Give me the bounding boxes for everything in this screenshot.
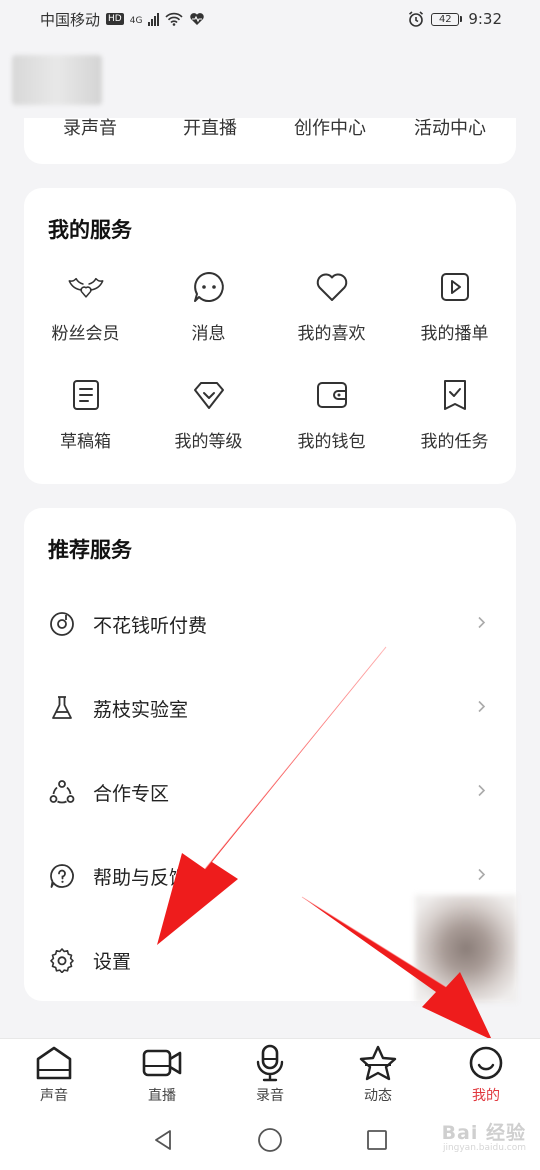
service-label: 我的播单 (420, 324, 489, 344)
tab-mine[interactable]: 我的 (432, 1039, 540, 1110)
service-fan-member[interactable]: 粉丝会员 (24, 268, 147, 376)
video-camera-icon (142, 1045, 182, 1081)
wifi-icon (165, 12, 184, 26)
recommend-free-paid-listening[interactable]: 不花钱听付费 (24, 582, 516, 666)
carrier-name: 中国移动 (40, 10, 101, 29)
service-drafts[interactable]: 草稿箱 (24, 376, 147, 484)
tab-label: 动态 (364, 1088, 392, 1104)
floating-widget-blurred[interactable] (415, 895, 517, 1002)
service-my-wallet[interactable]: 我的钱包 (270, 376, 393, 484)
star-icon (359, 1045, 397, 1081)
tab-label: 直播 (148, 1088, 176, 1104)
disc-icon (48, 610, 76, 638)
shortcut-record[interactable]: 录声音 (30, 118, 150, 140)
service-label: 我的钱包 (297, 432, 366, 452)
bottom-tab-bar: 声音 直播 录音 动态 我的 (0, 1038, 540, 1110)
home-circle-icon[interactable] (257, 1127, 283, 1153)
chevron-right-icon (477, 615, 486, 634)
tab-label: 声音 (40, 1088, 68, 1104)
hd-badge: HD (106, 13, 124, 25)
service-label: 草稿箱 (60, 432, 111, 452)
flask-icon (48, 694, 76, 722)
chevron-right-icon (477, 699, 486, 718)
clock: 9:32 (468, 10, 502, 28)
service-my-level[interactable]: 我的等级 (147, 376, 270, 484)
task-bookmark-icon (436, 376, 474, 414)
recommend-lizhi-lab[interactable]: 荔枝实验室 (24, 666, 516, 750)
alarm-icon (409, 11, 424, 27)
watermark-brand: Bai 经验 (441, 1122, 526, 1144)
recommended-services-title: 推荐服务 (48, 538, 132, 562)
battery-level: 42 (431, 12, 460, 26)
user-avatar-blurred[interactable] (12, 55, 102, 105)
my-services-card: 我的服务 粉丝会员 消息 我的喜欢 我的播单 草稿箱 我的等级 我的钱包 我的任… (24, 188, 516, 484)
service-label: 我的等级 (174, 432, 243, 452)
recents-icon[interactable] (365, 1128, 389, 1152)
help-icon (48, 862, 76, 890)
shortcut-live[interactable]: 开直播 (150, 118, 270, 140)
signal-icon (148, 12, 160, 26)
chevron-right-icon (477, 867, 486, 886)
tab-sound[interactable]: 声音 (0, 1039, 108, 1110)
service-messages[interactable]: 消息 (147, 268, 270, 376)
health-heart-icon (190, 13, 205, 25)
recommend-label: 不花钱听付费 (93, 614, 208, 637)
diamond-icon (190, 376, 228, 414)
watermark-sub: jingyan.baidu.com (442, 1143, 526, 1153)
recommend-cooperation-zone[interactable]: 合作专区 (24, 750, 516, 834)
recommend-label: 合作专区 (93, 782, 170, 805)
wings-heart-icon (67, 268, 105, 306)
gear-icon (48, 946, 76, 974)
recommend-label: 设置 (93, 950, 132, 973)
play-square-icon (436, 268, 474, 306)
shortcut-activity-center[interactable]: 活动中心 (390, 118, 510, 140)
status-bar: 中国移动 HD 4G 42 9:32 (0, 0, 540, 38)
shortcut-creator-center[interactable]: 创作中心 (270, 118, 390, 140)
service-label: 我的任务 (420, 432, 489, 452)
microphone-icon (254, 1044, 286, 1082)
tab-record[interactable]: 录音 (216, 1039, 324, 1110)
tab-feed[interactable]: 动态 (324, 1039, 432, 1110)
document-icon (67, 376, 105, 414)
heart-icon (313, 268, 351, 306)
back-icon[interactable] (151, 1128, 175, 1152)
my-services-title: 我的服务 (48, 218, 132, 242)
shortcuts-card: 录声音 开直播 创作中心 活动中心 (24, 118, 516, 164)
service-my-tasks[interactable]: 我的任务 (393, 376, 516, 484)
tab-live[interactable]: 直播 (108, 1039, 216, 1110)
share-nodes-icon (48, 778, 76, 806)
recommend-label: 荔枝实验室 (93, 698, 189, 721)
chevron-right-icon (477, 783, 486, 802)
service-label: 消息 (191, 324, 226, 344)
network-type: 4G (129, 15, 143, 26)
tab-label: 我的 (472, 1088, 500, 1104)
watermark: Bai 经验 jingyan.baidu.com (442, 1118, 526, 1153)
battery-icon: 42 (431, 12, 463, 26)
service-my-playlist[interactable]: 我的播单 (393, 268, 516, 376)
wallet-icon (313, 376, 351, 414)
tab-label: 录音 (256, 1088, 284, 1104)
service-label: 我的喜欢 (297, 324, 366, 344)
service-label: 粉丝会员 (51, 324, 120, 344)
service-my-likes[interactable]: 我的喜欢 (270, 268, 393, 376)
recommend-label: 帮助与反馈 (93, 866, 189, 889)
chat-bubble-icon (190, 268, 228, 306)
profile-icon (468, 1045, 504, 1081)
home-icon (35, 1045, 73, 1081)
